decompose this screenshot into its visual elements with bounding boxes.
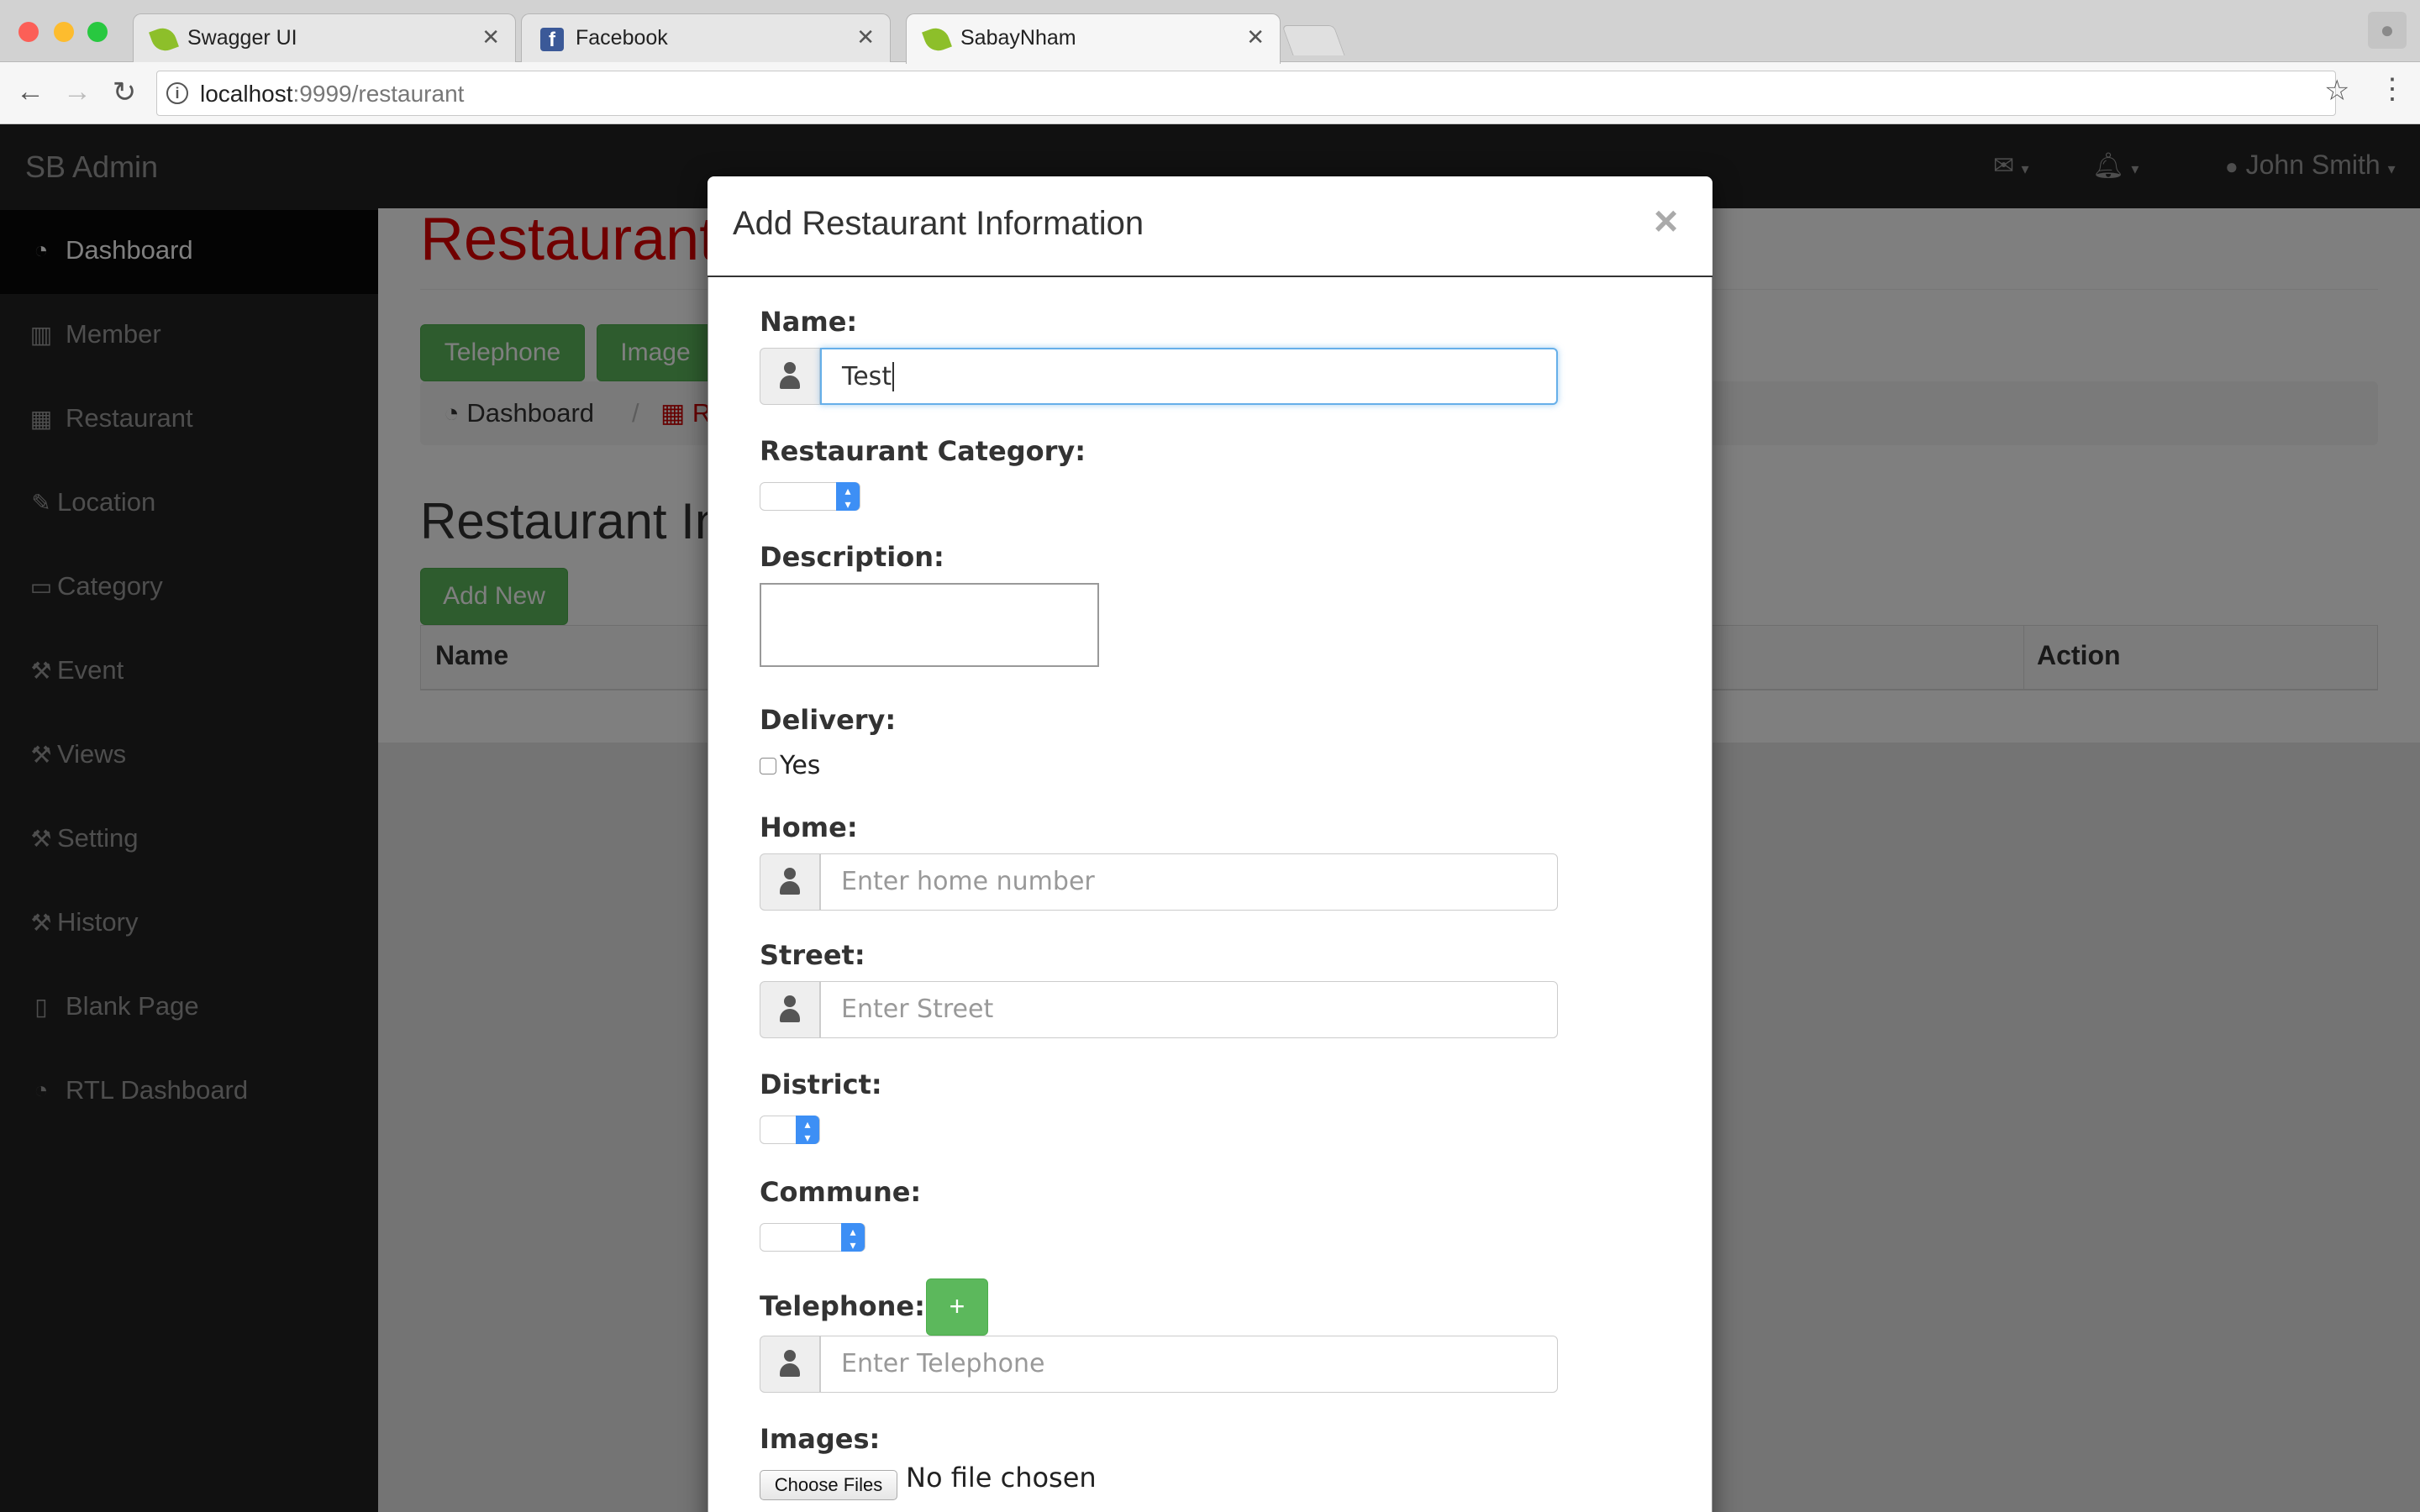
telephone-input[interactable]: Enter Telephone xyxy=(820,1336,1558,1393)
no-file-status: No file chosen xyxy=(906,1462,1097,1494)
tab-close-icon[interactable]: ✕ xyxy=(1246,24,1265,50)
tab-title: Facebook xyxy=(576,26,668,50)
restaurant-category-label: Restaurant Category: xyxy=(760,435,1086,467)
delivery-yes-label[interactable]: Yes xyxy=(780,751,820,780)
tab-close-icon[interactable]: ✕ xyxy=(481,24,500,50)
url-path: :9999/restaurant xyxy=(292,81,465,107)
district-select[interactable]: ▴ ▾ xyxy=(760,1116,820,1144)
description-label: Description: xyxy=(760,541,944,573)
images-label: Images: xyxy=(760,1423,881,1455)
maximize-window-button[interactable] xyxy=(87,22,108,42)
telephone-label: Telephone: xyxy=(760,1290,925,1322)
address-bar[interactable] xyxy=(156,71,2336,116)
telephone-addon xyxy=(760,1336,820,1393)
commune-label: Commune: xyxy=(760,1176,922,1208)
tab-swagger-ui[interactable]: Swagger UI ✕ xyxy=(133,13,516,62)
street-addon xyxy=(760,981,820,1038)
delivery-checkbox[interactable] xyxy=(760,758,776,774)
text-cursor xyxy=(892,362,895,391)
restaurant-category-select[interactable]: ▴ ▾ xyxy=(760,482,860,511)
home-label: Home: xyxy=(760,811,858,843)
browser-menu-icon[interactable]: ⋮ xyxy=(2378,72,2407,106)
add-telephone-button[interactable]: + xyxy=(926,1278,988,1336)
description-textarea[interactable] xyxy=(760,583,1099,667)
tab-facebook[interactable]: f Facebook ✕ xyxy=(521,13,891,62)
user-icon xyxy=(779,995,801,1024)
select-arrows-icon: ▴ ▾ xyxy=(796,1116,819,1144)
tab-title: Swagger UI xyxy=(187,26,297,50)
street-label: Street: xyxy=(760,939,865,971)
user-icon xyxy=(779,362,801,391)
district-label: District: xyxy=(760,1068,882,1100)
new-tab-button[interactable] xyxy=(1281,25,1345,55)
modal-title: Add Restaurant Information xyxy=(733,205,1144,242)
street-input[interactable]: Enter Street xyxy=(820,981,1558,1038)
select-arrows-icon: ▴ ▾ xyxy=(841,1223,865,1252)
bookmark-star-icon[interactable]: ☆ xyxy=(2324,74,2349,108)
user-icon xyxy=(779,1350,801,1378)
name-input[interactable]: Test xyxy=(820,348,1558,405)
commune-select[interactable]: ▴ ▾ xyxy=(760,1223,865,1252)
home-input[interactable]: Enter home number xyxy=(820,853,1558,911)
tab-close-icon[interactable]: ✕ xyxy=(856,24,875,50)
name-value: Test xyxy=(842,362,892,391)
leaf-icon xyxy=(922,24,952,55)
url-host: localhost xyxy=(200,81,293,107)
user-icon xyxy=(779,868,801,896)
leaf-icon xyxy=(149,24,179,55)
delivery-label: Delivery: xyxy=(760,704,897,736)
close-window-button[interactable] xyxy=(18,22,39,42)
home-addon xyxy=(760,853,820,911)
tab-sabaynham[interactable]: SabayNham ✕ xyxy=(906,13,1281,64)
info-icon[interactable]: i xyxy=(166,82,188,104)
back-arrow-icon[interactable]: ← xyxy=(12,76,49,108)
close-icon[interactable]: × xyxy=(1654,197,1678,245)
tab-title: SabayNham xyxy=(960,26,1076,50)
facebook-icon: f xyxy=(540,28,564,51)
choose-files-button[interactable]: Choose Files xyxy=(760,1470,897,1500)
profile-icon[interactable]: ● xyxy=(2368,12,2407,49)
name-label: Name: xyxy=(760,306,858,338)
forward-arrow-icon[interactable]: → xyxy=(59,76,96,108)
select-arrows-icon: ▴ ▾ xyxy=(836,482,860,511)
reload-icon[interactable]: ↻ xyxy=(106,76,143,109)
minimize-window-button[interactable] xyxy=(54,22,74,42)
url-text[interactable]: localhost:9999/restaurant xyxy=(200,81,464,108)
name-addon xyxy=(760,348,820,405)
